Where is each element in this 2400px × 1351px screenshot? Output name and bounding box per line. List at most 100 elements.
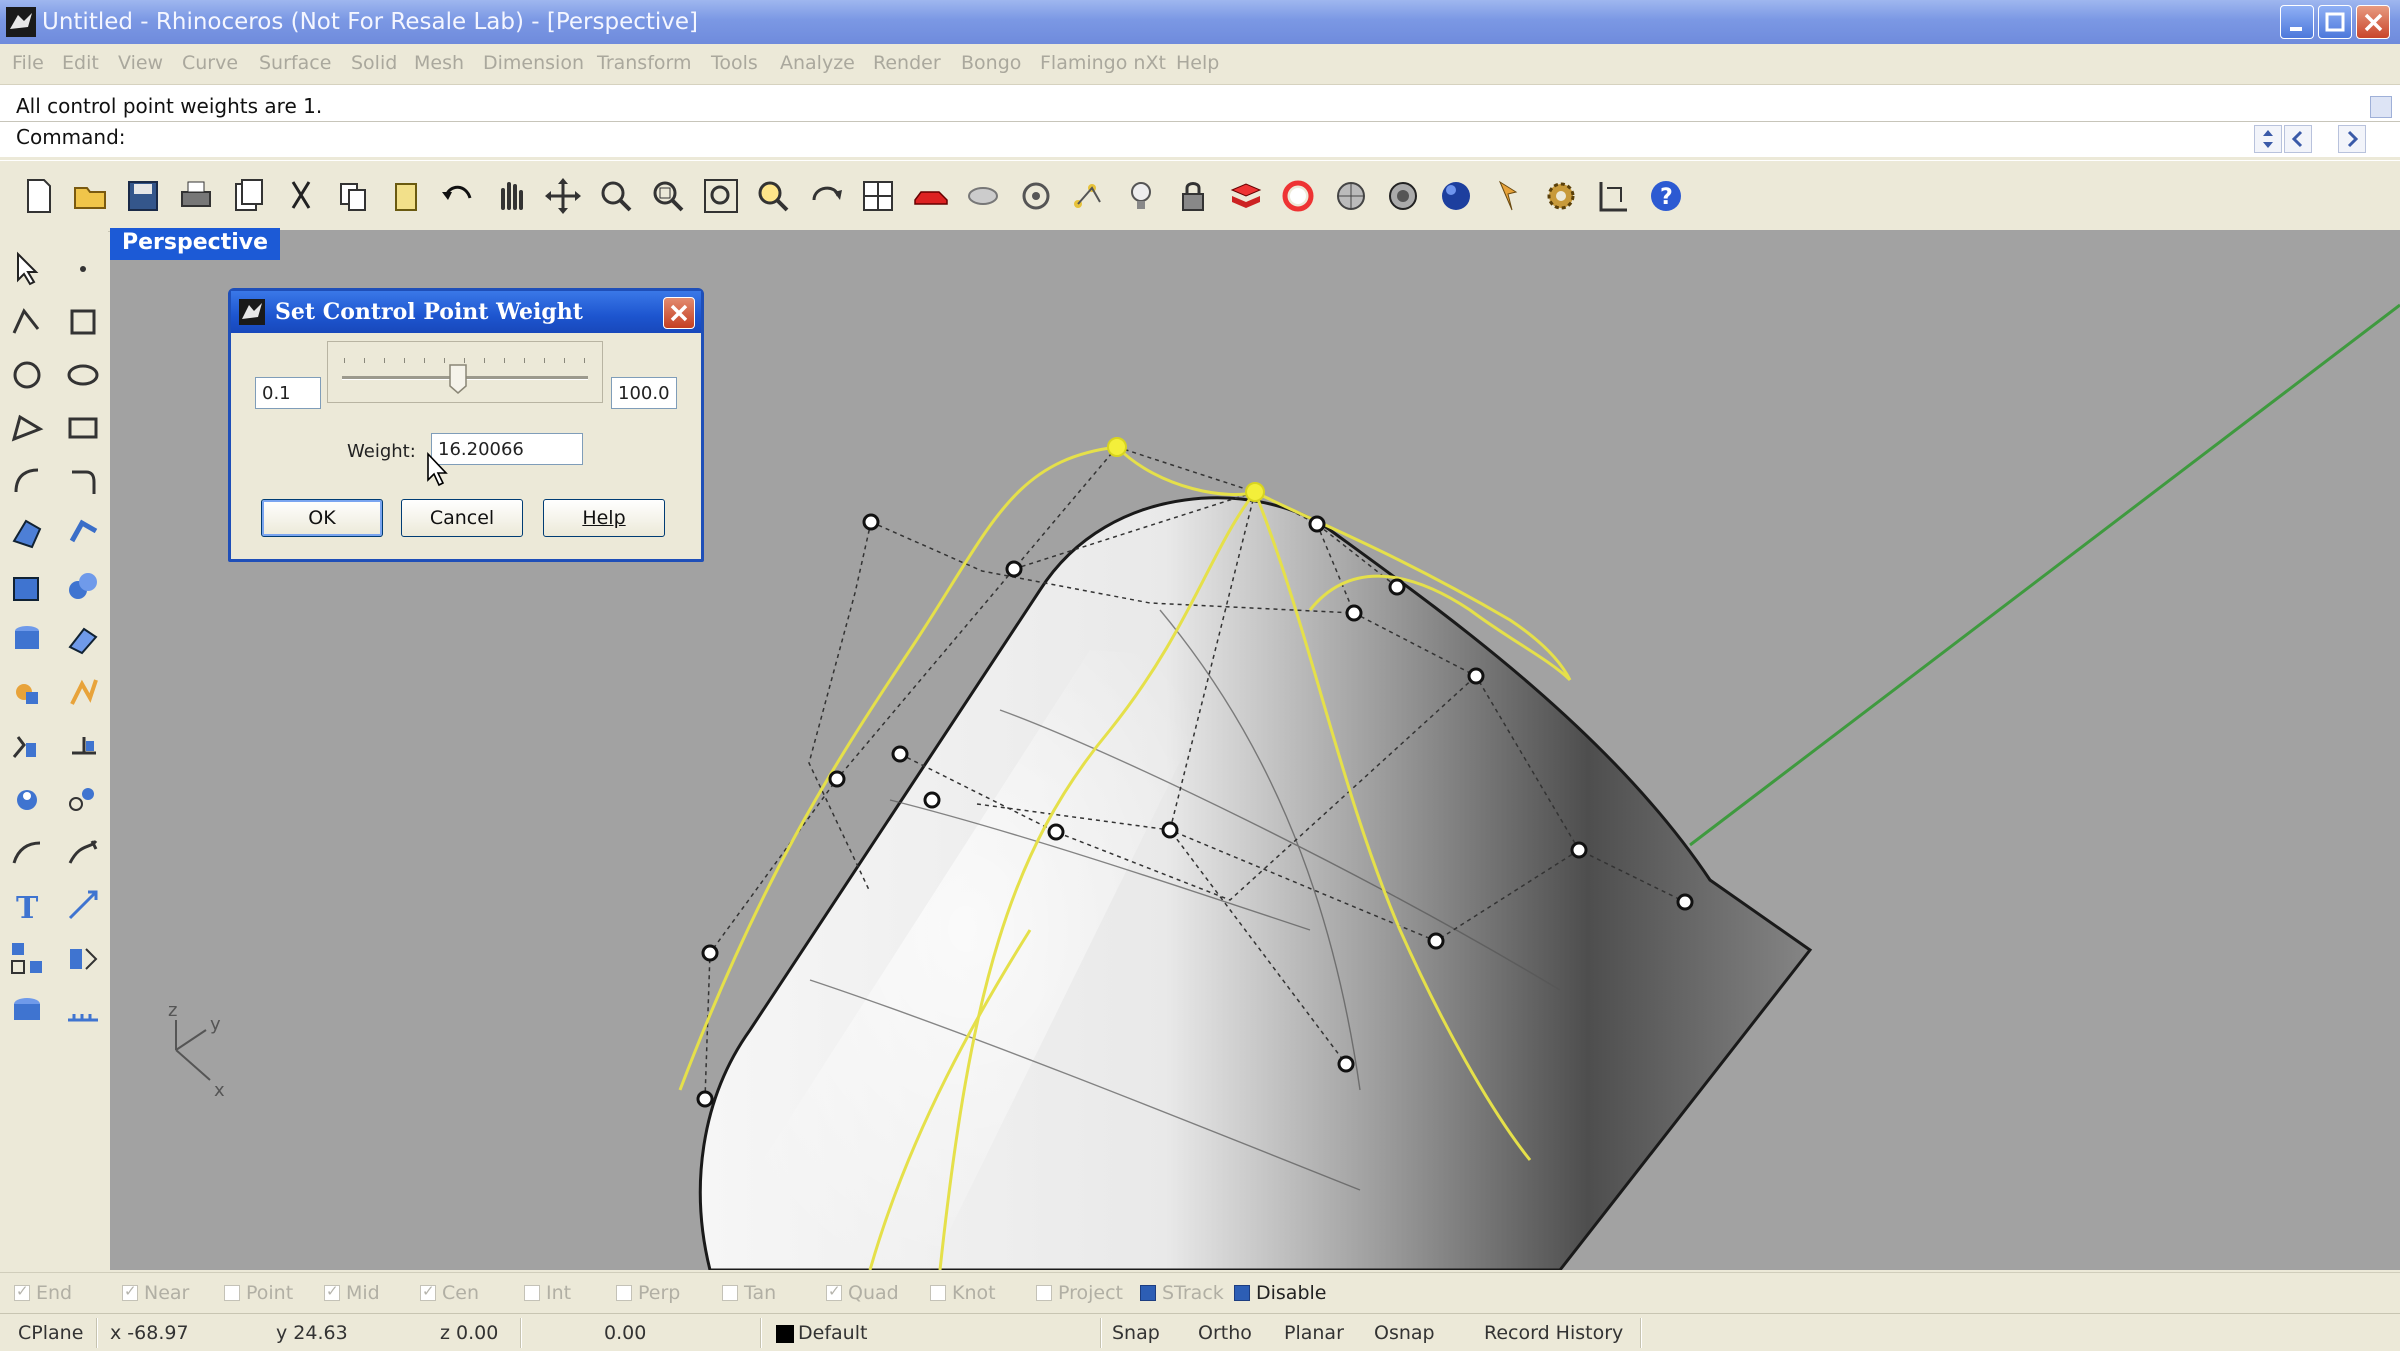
- show-button[interactable]: [1014, 174, 1058, 218]
- options-gear-button[interactable]: [1539, 174, 1583, 218]
- osnap-tan[interactable]: Tan: [722, 1282, 776, 1304]
- control-point[interactable]: [1427, 932, 1445, 950]
- loft-tool-button[interactable]: [60, 829, 106, 875]
- arc-tool-button[interactable]: [4, 458, 50, 504]
- control-point[interactable]: [891, 745, 909, 763]
- command-forward-button[interactable]: [2338, 125, 2366, 153]
- car-button[interactable]: [909, 174, 953, 218]
- plane-tool-button[interactable]: [60, 617, 106, 663]
- menu-transform[interactable]: Transform: [597, 52, 692, 74]
- cylinder-tool-button[interactable]: [4, 617, 50, 663]
- max-weight-field[interactable]: [611, 377, 677, 409]
- weight-input[interactable]: [431, 433, 583, 465]
- flamingo-button[interactable]: [1486, 174, 1530, 218]
- control-point[interactable]: [1388, 578, 1406, 596]
- four-viewports-button[interactable]: [856, 174, 900, 218]
- lock-button[interactable]: [1171, 174, 1215, 218]
- scale-tool-button[interactable]: [60, 882, 106, 928]
- control-point[interactable]: [1345, 604, 1363, 622]
- osnap-end[interactable]: End: [14, 1282, 72, 1304]
- osnap-toggle[interactable]: Osnap: [1374, 1322, 1435, 1344]
- cplane-label[interactable]: CPlane: [18, 1322, 83, 1344]
- mirror-tool-button[interactable]: [60, 935, 106, 981]
- control-point[interactable]: [1337, 1055, 1355, 1073]
- point-tool-button[interactable]: [60, 246, 106, 292]
- boolean-tool-button[interactable]: [60, 564, 106, 610]
- minimize-button[interactable]: [2280, 5, 2314, 39]
- transform-tool-button[interactable]: [60, 776, 106, 822]
- control-point[interactable]: [923, 791, 941, 809]
- ok-button[interactable]: OK: [261, 499, 383, 537]
- osnap-near[interactable]: Near: [122, 1282, 189, 1304]
- checkbox[interactable]: [420, 1282, 436, 1301]
- import-button[interactable]: [226, 174, 270, 218]
- trim-tool-button[interactable]: [4, 723, 50, 769]
- grid-snap-tool-button[interactable]: [60, 988, 106, 1034]
- dialog-close-button[interactable]: [663, 297, 695, 329]
- layer-button[interactable]: [1224, 174, 1268, 218]
- viewport-title-tab[interactable]: Perspective: [110, 228, 280, 260]
- circle-tool-button[interactable]: [4, 352, 50, 398]
- menu-solid[interactable]: Solid: [351, 52, 397, 74]
- box-tool-button[interactable]: [4, 564, 50, 610]
- menu-flamingo[interactable]: Flamingo nXt: [1040, 52, 1166, 74]
- color-button[interactable]: [1276, 174, 1320, 218]
- checkbox[interactable]: [324, 1282, 340, 1301]
- close-window-button[interactable]: [2356, 5, 2390, 39]
- menu-tools[interactable]: Tools: [711, 52, 758, 74]
- surface-edit-tool-button[interactable]: [60, 511, 106, 557]
- checkbox[interactable]: [1140, 1285, 1156, 1301]
- snap-toggle[interactable]: Snap: [1112, 1322, 1160, 1344]
- open-button[interactable]: [69, 174, 113, 218]
- points-button[interactable]: [1066, 174, 1110, 218]
- command-back-button[interactable]: [2284, 125, 2312, 153]
- control-point[interactable]: [1047, 823, 1065, 841]
- move-button[interactable]: [541, 174, 585, 218]
- checkbox[interactable]: [224, 1285, 240, 1301]
- cut-button[interactable]: [279, 174, 323, 218]
- render-settings-button[interactable]: [1381, 174, 1425, 218]
- print-button[interactable]: [174, 174, 218, 218]
- fillet-tool-button[interactable]: [60, 458, 106, 504]
- light-button[interactable]: [1119, 174, 1163, 218]
- weight-slider-thumb[interactable]: [448, 364, 467, 394]
- group-tool-button[interactable]: [4, 776, 50, 822]
- pan-button[interactable]: [489, 174, 533, 218]
- cancel-button[interactable]: Cancel: [401, 499, 523, 537]
- checkbox[interactable]: [122, 1282, 138, 1301]
- sphere-render-button[interactable]: [1434, 174, 1478, 218]
- osnap-mid[interactable]: Mid: [324, 1282, 380, 1304]
- checkbox[interactable]: [1036, 1285, 1052, 1301]
- menu-mesh[interactable]: Mesh: [414, 52, 464, 74]
- new-button[interactable]: [16, 174, 60, 218]
- menu-bongo[interactable]: Bongo: [961, 52, 1021, 74]
- ellipse-tool-button[interactable]: [60, 352, 106, 398]
- extrude-tool-button[interactable]: [60, 670, 106, 716]
- menu-edit[interactable]: Edit: [62, 52, 99, 74]
- maximize-button[interactable]: [2318, 5, 2352, 39]
- curve-cp-tool-button[interactable]: [60, 299, 106, 345]
- dimension-button[interactable]: [1591, 174, 1635, 218]
- planar-toggle[interactable]: Planar: [1284, 1322, 1344, 1344]
- control-point[interactable]: [1570, 841, 1588, 859]
- control-point[interactable]: [696, 1090, 714, 1108]
- menu-analyze[interactable]: Analyze: [780, 52, 855, 74]
- help-button[interactable]: Help: [543, 499, 665, 537]
- zoom-button[interactable]: [594, 174, 638, 218]
- osnap-cen[interactable]: Cen: [420, 1282, 479, 1304]
- dialog-title-bar[interactable]: Set Control Point Weight: [231, 291, 701, 333]
- split-tool-button[interactable]: [60, 723, 106, 769]
- control-point[interactable]: [1308, 515, 1326, 533]
- osnap-int[interactable]: Int: [524, 1282, 571, 1304]
- current-layer[interactable]: Default: [798, 1322, 867, 1344]
- record-history-toggle[interactable]: Record History: [1484, 1322, 1623, 1344]
- osnap-perp[interactable]: Perp: [616, 1282, 680, 1304]
- selected-control-point[interactable]: [1107, 437, 1127, 457]
- help-button[interactable]: ?: [1644, 174, 1688, 218]
- checkbox[interactable]: [722, 1285, 738, 1301]
- menu-file[interactable]: File: [12, 52, 44, 74]
- zoom-window-button[interactable]: [646, 174, 690, 218]
- osnap-project[interactable]: Project: [1036, 1282, 1123, 1304]
- control-point[interactable]: [701, 944, 719, 962]
- osnap-point[interactable]: Point: [224, 1282, 293, 1304]
